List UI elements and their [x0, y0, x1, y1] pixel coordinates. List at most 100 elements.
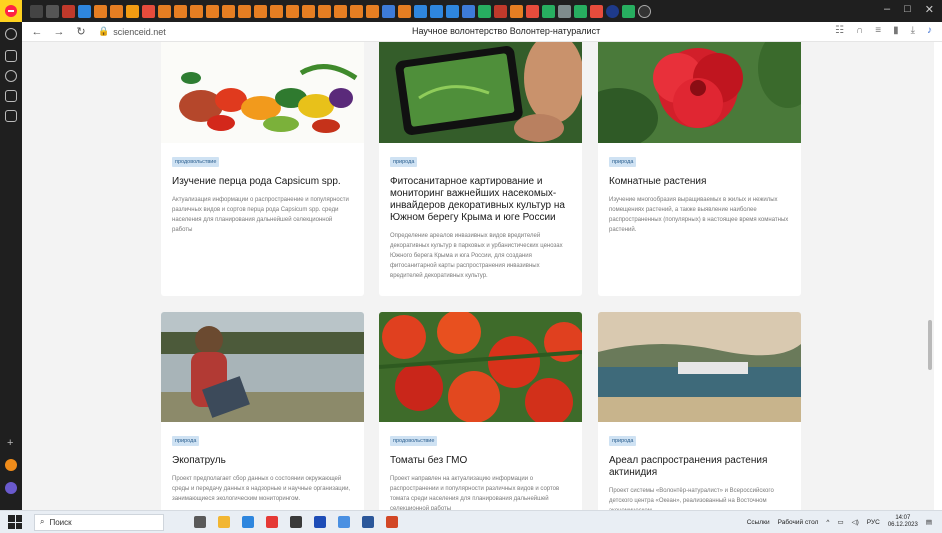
tab-icon[interactable]: [510, 4, 523, 18]
category-tag[interactable]: продовольствие: [172, 157, 220, 167]
app-icon[interactable]: [314, 516, 326, 528]
project-card[interactable]: природа Ареал распространения растения а…: [598, 312, 801, 510]
tab-icon[interactable]: [158, 4, 171, 18]
tab-icon[interactable]: [494, 4, 507, 18]
downloads-icon[interactable]: [5, 110, 17, 122]
project-card[interactable]: природа Экопатруль Проект предполагает с…: [161, 312, 364, 510]
tab-icon[interactable]: [622, 4, 635, 18]
history-icon[interactable]: [5, 28, 17, 40]
category-tag[interactable]: природа: [390, 157, 418, 167]
headphones-icon[interactable]: ∩: [856, 25, 863, 36]
card-title[interactable]: Изучение перца рода Capsicum spp.: [172, 176, 353, 188]
tab-icon[interactable]: [398, 4, 411, 18]
taskbar-search[interactable]: ⌕ Поиск: [34, 513, 164, 531]
tab-icon[interactable]: [366, 4, 379, 18]
tab-icon[interactable]: [110, 4, 123, 18]
tab-icon[interactable]: [558, 4, 571, 18]
category-tag[interactable]: природа: [609, 157, 637, 167]
card-title[interactable]: Экопатруль: [172, 455, 353, 467]
app-icon[interactable]: [338, 516, 350, 528]
scrollbar-thumb[interactable]: [928, 320, 932, 370]
chevron-up-icon[interactable]: ^: [826, 519, 829, 526]
card-title[interactable]: Томаты без ГМО: [390, 455, 571, 467]
media-icon[interactable]: [5, 70, 17, 82]
file-explorer-icon[interactable]: [218, 516, 230, 528]
card-title[interactable]: Комнатные растения: [609, 176, 790, 188]
maximize-icon[interactable]: □: [904, 3, 911, 16]
category-tag[interactable]: продовольствие: [390, 436, 438, 446]
bookmark-icon[interactable]: ▮: [893, 25, 899, 36]
mail-icon[interactable]: [242, 516, 254, 528]
back-button[interactable]: ←: [30, 26, 44, 38]
category-tag[interactable]: природа: [609, 436, 637, 446]
tab-icon[interactable]: [30, 4, 43, 18]
start-button[interactable]: [8, 515, 22, 529]
tab-icon[interactable]: [222, 4, 235, 18]
network-icon[interactable]: ▭: [837, 518, 843, 526]
tab-icon[interactable]: [46, 4, 59, 18]
links-toolbar[interactable]: Ссылки: [747, 519, 770, 526]
forward-button[interactable]: →: [52, 26, 66, 38]
project-card[interactable]: природа Фитосанитарное картирование и мо…: [379, 42, 582, 296]
tab-icon[interactable]: [270, 4, 283, 18]
task-view-icon[interactable]: [194, 516, 206, 528]
tab-icon[interactable]: [478, 4, 491, 18]
tab-icon[interactable]: [206, 4, 219, 18]
assistant-icon[interactable]: ♪: [927, 25, 932, 36]
powerpoint-icon[interactable]: [386, 516, 398, 528]
tab-icon[interactable]: [174, 4, 187, 18]
tab-icon[interactable]: [238, 4, 251, 18]
tab-icon[interactable]: [126, 4, 139, 18]
tab-icon[interactable]: [318, 4, 331, 18]
language-indicator[interactable]: РУС: [867, 519, 880, 526]
browser-logo[interactable]: [0, 0, 22, 22]
close-icon[interactable]: ✕: [925, 3, 934, 16]
notifications-icon[interactable]: ▤: [926, 518, 932, 526]
desktop-toolbar[interactable]: Рабочий стол: [778, 519, 819, 526]
tab-icon[interactable]: [334, 4, 347, 18]
notes-icon[interactable]: [5, 50, 17, 62]
tab-icon[interactable]: [190, 4, 203, 18]
tab-icon[interactable]: [462, 4, 475, 18]
category-tag[interactable]: природа: [172, 436, 200, 446]
new-tab-icon[interactable]: [638, 4, 651, 18]
minimize-icon[interactable]: –: [884, 3, 890, 16]
yandex-browser-icon[interactable]: [266, 516, 278, 528]
tab-icon[interactable]: [286, 4, 299, 18]
tab-icon[interactable]: [574, 4, 587, 18]
tab-icon[interactable]: [590, 4, 603, 18]
tab-icon[interactable]: [302, 4, 315, 18]
tab-icon[interactable]: [350, 4, 363, 18]
reload-button[interactable]: ↻: [74, 25, 88, 38]
clock[interactable]: 14:07 06.12.2023: [888, 515, 918, 529]
reader-icon[interactable]: ☷: [835, 25, 844, 36]
tab-icon[interactable]: [414, 4, 427, 18]
card-title[interactable]: Фитосанитарное картирование и мониторинг…: [390, 176, 571, 224]
tab-icon[interactable]: [94, 4, 107, 18]
tab-icon-active[interactable]: [606, 4, 619, 18]
tab-icon[interactable]: [78, 4, 91, 18]
downloads-icon[interactable]: ⤓: [911, 25, 915, 36]
tab-icon[interactable]: [382, 4, 395, 18]
project-card[interactable]: продовольствие Томаты без ГМО Проект нап…: [379, 312, 582, 510]
sidebar-app-icon[interactable]: [5, 482, 17, 494]
extensions-icon[interactable]: [5, 90, 17, 102]
app-icon[interactable]: [290, 516, 302, 528]
word-icon[interactable]: [362, 516, 374, 528]
project-card[interactable]: природа Комнатные растения Изучение мног…: [598, 42, 801, 296]
volume-icon[interactable]: ◁): [852, 518, 859, 526]
tab-icon[interactable]: [542, 4, 555, 18]
tab-icon[interactable]: [446, 4, 459, 18]
project-card[interactable]: продовольствие Изучение перца рода Capsi…: [161, 42, 364, 296]
tab-icon[interactable]: [142, 4, 155, 18]
sidebar-app-icon[interactable]: [5, 459, 17, 471]
tab-icon[interactable]: [254, 4, 267, 18]
tab-icon[interactable]: [526, 4, 539, 18]
menu-icon[interactable]: ≡: [875, 25, 881, 36]
tab-icon[interactable]: [430, 4, 443, 18]
url-field[interactable]: 🔒 scienceid.net: [98, 26, 166, 37]
card-title[interactable]: Ареал распространения растения актинидия: [609, 455, 790, 479]
add-panel-icon[interactable]: +: [7, 437, 13, 449]
page-scrollbar[interactable]: [926, 42, 934, 510]
tab-icon[interactable]: [62, 4, 75, 18]
